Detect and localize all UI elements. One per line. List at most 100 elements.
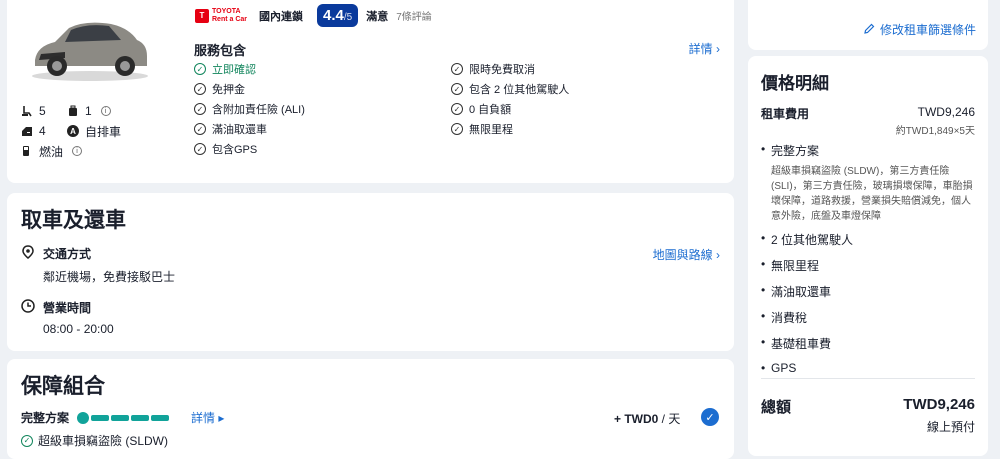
service-label: 0 自負額: [469, 104, 512, 116]
list-item: 消費稅: [761, 309, 977, 326]
caret-right-icon: ▸: [218, 411, 225, 425]
included-items-list: 完整方案 超級車損竊盜險 (SLDW)，第三方責任險 (SLI)，第三方責任險，…: [761, 142, 977, 384]
payment-note: 線上預付: [926, 420, 975, 434]
plan-included-item: ✓ 超級車損竊盜險 (SLDW): [21, 432, 168, 449]
fuel-value: 燃油: [39, 144, 64, 159]
door-icon: [21, 125, 33, 137]
pickup-return-card: 取車及還車 交通方式 鄰近機場，免費接駁巴士 地圖與路線 › 營業時間 08:0…: [7, 193, 734, 351]
protection-level-bar: [77, 411, 170, 424]
list-item: 無限里程: [761, 257, 977, 274]
automatic-transmission-icon: A: [67, 125, 79, 137]
luggage-value: 1: [85, 104, 92, 118]
plan-selected-check-icon[interactable]: ✓: [701, 408, 719, 426]
info-icon[interactable]: i: [100, 106, 111, 116]
hours-value: 08:00 - 20:00: [43, 322, 114, 336]
service-label: 包含 2 位其他駕駛人: [469, 84, 570, 96]
check-circle-icon: ✓: [21, 434, 33, 447]
check-circle-icon: ✓: [451, 123, 463, 135]
toyota-emblem-icon: T: [195, 8, 209, 23]
services-list: ✓ 立即確認 ✓ 限時免費取消 ✓ 免押金 ✓ 包含 2 位其他駕駛人 ✓ 含附加責任險 (ALI…: [194, 62, 691, 156]
check-circle-icon: ✓: [194, 123, 206, 135]
rating-label: 滿意: [366, 10, 389, 23]
luggage-spec: 1 i: [67, 104, 157, 118]
rating-max: /5: [343, 12, 353, 23]
doors-value: 4: [39, 124, 46, 138]
doors-spec: 4: [21, 124, 67, 138]
service-label: 限時免費取消: [469, 64, 535, 76]
total-label: 總額: [761, 399, 792, 416]
plan-name: 完整方案: [21, 411, 70, 425]
svg-text:A: A: [70, 127, 76, 136]
logo-line1: TOYOTA: [212, 7, 241, 15]
service-item: ✓ 包含 2 位其他駕駛人: [451, 82, 691, 96]
services-title: 服務包含: [194, 43, 247, 58]
fuel-icon: [21, 145, 33, 157]
chevron-right-icon: ›: [716, 42, 720, 56]
check-circle-icon: ✓: [194, 63, 206, 75]
rent-fee-breakdown: 約TWD1,849×5天: [895, 126, 975, 137]
check-circle-icon: ✓: [194, 103, 206, 115]
total-row: 總額 TWD9,246: [761, 396, 975, 417]
vendor-chain: 國內連鎖: [259, 10, 304, 23]
divider: [761, 378, 975, 379]
service-item: ✓ 0 自負額: [451, 102, 691, 116]
plan-description: 超級車損竊盜險 (SLDW)，第三方責任險 (SLI)，第三方責任險，玻璃損壞保…: [771, 166, 973, 222]
vendor-row: T TOYOTA Rent a Car 國內連鎖 4.4/5 滿意 7條評論: [195, 4, 432, 27]
service-label: 無限里程: [469, 124, 513, 136]
transport-value: 鄰近機場，免費接駁巴士: [43, 270, 176, 284]
seats-spec: 5: [21, 104, 67, 118]
service-item: ✓ 包含GPS: [194, 142, 451, 156]
filter-card: 修改租車篩選條件: [748, 0, 988, 50]
vehicle-specs: 5 1 i 4 A 自排車 燃油 i: [21, 101, 157, 161]
list-item: 2 位其他駕駛人: [761, 231, 977, 248]
check-circle-icon: ✓: [451, 103, 463, 115]
plan-label: 完整方案: [771, 144, 820, 158]
logo-line2: Rent a Car: [212, 15, 248, 23]
rent-fee-row: 租車費用 TWD9,246: [761, 105, 975, 122]
pencil-icon: [864, 23, 875, 37]
rent-fee-label: 租車費用: [761, 107, 810, 121]
info-icon[interactable]: i: [72, 146, 83, 156]
hours-label: 營業時間: [43, 301, 92, 315]
service-item: ✓ 無限里程: [451, 122, 691, 136]
transmission-spec: A 自排車: [67, 123, 157, 140]
list-item: 滿油取還車: [761, 283, 977, 300]
check-circle-icon: ✓: [194, 143, 206, 155]
car-image: [32, 22, 148, 81]
plan-details-link[interactable]: 詳情 ▸: [191, 409, 224, 426]
review-count[interactable]: 7條評論: [396, 8, 432, 23]
plan-row[interactable]: 完整方案 詳情 ▸: [21, 409, 224, 426]
protection-card: 保障組合 完整方案 詳情 ▸ + TWD0 / 天 ✓ ✓ 超級車損竊盜險 (S…: [7, 359, 734, 459]
modify-filters-link[interactable]: 修改租車篩選條件: [864, 21, 976, 38]
check-circle-icon: ✓: [451, 83, 463, 95]
service-item: ✓ 滿油取還車: [194, 122, 451, 136]
service-label: 滿油取還車: [212, 124, 267, 136]
transmission-value: 自排車: [85, 124, 122, 139]
service-label: 包含GPS: [212, 144, 258, 156]
price-title: 價格明細: [761, 74, 829, 93]
shield-dot-icon: [77, 411, 90, 424]
seats-value: 5: [39, 104, 46, 118]
services-details-link[interactable]: 詳情 ›: [689, 40, 720, 57]
service-label: 含附加責任險 (ALI): [212, 104, 305, 116]
clock-icon: [21, 299, 35, 313]
service-item: ✓ 立即確認: [194, 62, 451, 76]
service-label: 立即確認: [212, 64, 256, 76]
transport-row: 交通方式 鄰近機場，免費接駁巴士: [21, 245, 175, 285]
hours-row: 營業時間 08:00 - 20:00: [21, 299, 114, 336]
list-item: 基礎租車費: [761, 335, 977, 352]
rating-badge: 4.4/5: [317, 4, 359, 27]
map-route-link[interactable]: 地圖與路線 ›: [653, 246, 720, 263]
price-breakdown-card: 價格明細 租車費用 TWD9,246 約TWD1,849×5天 完整方案 超級車…: [748, 56, 988, 456]
seat-icon: [21, 105, 33, 117]
location-pin-icon: [21, 245, 35, 259]
total-value: TWD9,246: [903, 396, 975, 413]
protection-title: 保障組合: [21, 375, 105, 398]
transport-label: 交通方式: [43, 247, 92, 261]
list-item: 完整方案 超級車損竊盜險 (SLDW)，第三方責任險 (SLI)，第三方責任險，…: [761, 142, 977, 224]
list-item: GPS: [761, 361, 977, 375]
fuel-spec: 燃油 i: [21, 143, 111, 160]
luggage-icon: [67, 105, 79, 117]
service-item: ✓ 免押金: [194, 82, 451, 96]
check-circle-icon: ✓: [451, 63, 463, 75]
